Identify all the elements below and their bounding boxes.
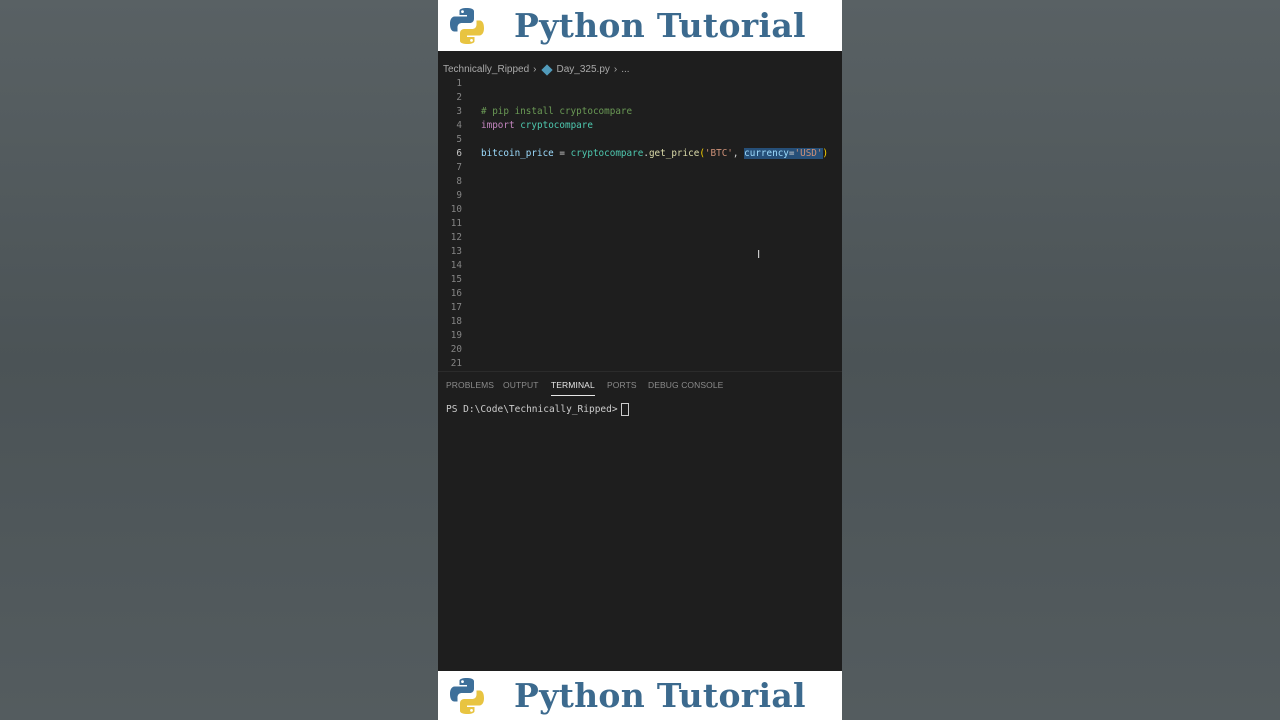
banner-title: Python Tutorial <box>514 676 806 715</box>
terminal-cursor <box>620 403 629 416</box>
code-line: 17 <box>438 301 842 315</box>
line-number: 21 <box>450 358 462 369</box>
keyword-import: import <box>481 120 515 131</box>
top-banner: Python Tutorial <box>438 0 842 51</box>
close-paren: ) <box>822 148 829 159</box>
code-comment: # pip install cryptocompare <box>481 106 633 117</box>
python-file-icon <box>540 63 553 76</box>
code-line: 4 import cryptocompare <box>438 119 842 133</box>
chevron-right-icon: › <box>613 64 618 75</box>
code-line: 3 # pip install cryptocompare <box>438 105 842 119</box>
line-number: 15 <box>450 274 462 285</box>
selected-text: currency='USD' <box>744 148 823 159</box>
banner-title: Python Tutorial <box>514 6 806 45</box>
python-logo-icon <box>450 677 484 714</box>
code-line: 10 <box>438 203 842 217</box>
code-line-active: 6 bitcoin_price = cryptocompare.get_pric… <box>438 147 842 161</box>
code-line: 13 <box>438 245 842 259</box>
breadcrumb-folder[interactable]: Technically_Ripped <box>443 64 529 75</box>
background-left <box>0 0 438 720</box>
tab-terminal[interactable]: TERMINAL <box>551 380 595 396</box>
line-number: 19 <box>450 330 462 341</box>
line-number: 16 <box>450 288 462 299</box>
terminal-prompt: PS D:\Code\Technically_Ripped> <box>446 404 618 415</box>
variable-name: bitcoin_price <box>481 148 554 159</box>
line-number: 1 <box>456 78 462 89</box>
line-number: 13 <box>450 246 462 257</box>
tab-debug-console[interactable]: DEBUG CONSOLE <box>648 380 723 390</box>
tab-problems[interactable]: PROBLEMS <box>446 380 494 390</box>
function-name: get_price <box>648 148 700 159</box>
comma: , <box>732 148 745 159</box>
line-number: 20 <box>450 344 462 355</box>
line-number-active: 6 <box>456 148 462 159</box>
bottom-banner: Python Tutorial <box>438 671 842 720</box>
tab-ports[interactable]: PORTS <box>607 380 637 390</box>
code-line: 8 <box>438 175 842 189</box>
string-arg: 'USD' <box>794 148 823 159</box>
code-line: 5 <box>438 133 842 147</box>
code-line: 16 <box>438 287 842 301</box>
code-line: 12 <box>438 231 842 245</box>
background-right <box>842 0 1280 720</box>
code-line: 14 <box>438 259 842 273</box>
code-line: 2 <box>438 91 842 105</box>
code-line: 20 <box>438 343 842 357</box>
python-logo-icon <box>450 7 484 44</box>
panel-tabs: PROBLEMS OUTPUT TERMINAL PORTS DEBUG CON… <box>438 371 842 398</box>
code-line: 11 <box>438 217 842 231</box>
line-number: 5 <box>456 134 462 145</box>
tab-output[interactable]: OUTPUT <box>503 380 539 390</box>
code-line: 21 <box>438 357 842 371</box>
line-number: 4 <box>456 120 462 131</box>
breadcrumb: Technically_Ripped › Day_325.py › ... <box>438 61 842 78</box>
code-line: 7 <box>438 161 842 175</box>
code-line: 15 <box>438 273 842 287</box>
keyword-arg: currency <box>744 148 789 159</box>
breadcrumb-file[interactable]: Day_325.py <box>557 64 610 75</box>
breadcrumb-more[interactable]: ... <box>621 64 629 75</box>
line-number: 2 <box>456 92 462 103</box>
operator: = <box>553 148 571 159</box>
line-number: 8 <box>456 176 462 187</box>
line-number: 17 <box>450 302 462 313</box>
line-number: 18 <box>450 316 462 327</box>
string-arg: 'BTC' <box>704 148 733 159</box>
line-number: 11 <box>450 218 462 229</box>
video-frame: Python Tutorial Technically_Ripped › Day… <box>438 0 842 720</box>
code-editor[interactable]: 1 2 3 # pip install cryptocompare 4 impo… <box>438 77 842 371</box>
line-number: 12 <box>450 232 462 243</box>
line-number: 10 <box>450 204 462 215</box>
terminal[interactable]: PS D:\Code\Technically_Ripped> <box>446 403 629 416</box>
line-number: 3 <box>456 106 462 117</box>
line-number: 14 <box>450 260 462 271</box>
line-number: 9 <box>456 190 462 201</box>
chevron-right-icon: › <box>533 64 537 75</box>
code-line: 19 <box>438 329 842 343</box>
module-name: cryptocompare <box>570 148 644 159</box>
module-name: cryptocompare <box>520 120 593 131</box>
code-line: 1 <box>438 77 842 91</box>
code-line: 18 <box>438 315 842 329</box>
line-number: 7 <box>456 162 462 173</box>
code-line: 9 <box>438 189 842 203</box>
text-cursor-icon: I <box>757 248 761 261</box>
